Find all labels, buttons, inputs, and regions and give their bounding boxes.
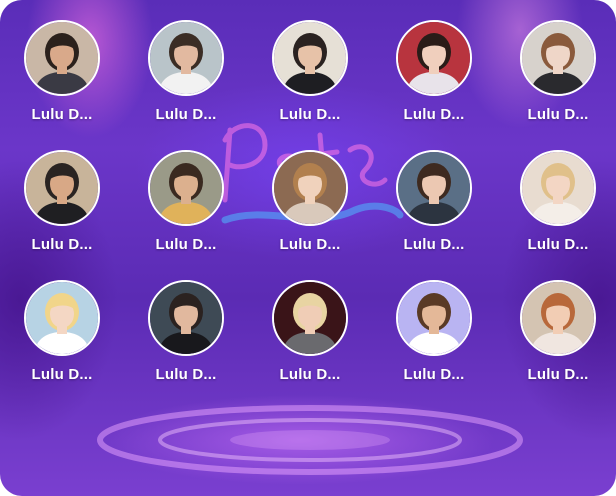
avatar[interactable] [272,20,348,96]
avatar-grid-panel: Lulu D... Lulu D... Lulu D... Lulu D... Lulu… [0,0,616,496]
user-card[interactable]: Lulu D... [260,150,360,262]
user-name: Lulu D... [155,366,217,383]
user-name: Lulu D... [527,106,589,123]
user-card[interactable]: Lulu D... [260,20,360,132]
avatar-photo [150,152,222,224]
user-name: Lulu D... [31,236,93,253]
avatar-photo [398,152,470,224]
avatar-photo [150,22,222,94]
avatar-photo [26,282,98,354]
avatar[interactable] [396,150,472,226]
user-name: Lulu D... [31,106,93,123]
user-card[interactable]: Lulu D... [384,150,484,262]
user-name: Lulu D... [31,366,93,383]
user-card[interactable]: Lulu D... [508,150,608,262]
user-card[interactable]: Lulu D... [136,20,236,132]
user-card[interactable]: Lulu D... [508,20,608,132]
avatar[interactable] [520,20,596,96]
user-card[interactable]: Lulu D... [384,280,484,392]
avatar[interactable] [272,280,348,356]
avatar-photo [26,22,98,94]
user-name: Lulu D... [527,236,589,253]
user-name: Lulu D... [279,236,341,253]
user-name: Lulu D... [279,106,341,123]
avatar[interactable] [272,150,348,226]
user-card[interactable]: Lulu D... [12,20,112,132]
user-card[interactable]: Lulu D... [12,150,112,262]
avatar[interactable] [148,280,224,356]
avatar-photo [398,22,470,94]
avatar-photo [26,152,98,224]
user-name: Lulu D... [527,366,589,383]
user-card[interactable]: Lulu D... [260,280,360,392]
user-name: Lulu D... [403,236,465,253]
user-name: Lulu D... [279,366,341,383]
avatar[interactable] [24,150,100,226]
avatar-photo [522,22,594,94]
avatar-photo [274,282,346,354]
avatar[interactable] [396,280,472,356]
avatar-photo [274,152,346,224]
user-name: Lulu D... [155,236,217,253]
avatar-photo [522,152,594,224]
user-card[interactable]: Lulu D... [508,280,608,392]
avatar[interactable] [520,280,596,356]
user-card[interactable]: Lulu D... [384,20,484,132]
avatar[interactable] [520,150,596,226]
avatar-photo [274,22,346,94]
avatar-grid: Lulu D... Lulu D... Lulu D... Lulu D... Lulu… [0,0,616,496]
user-card[interactable]: Lulu D... [12,280,112,392]
avatar[interactable] [148,20,224,96]
avatar-photo [522,282,594,354]
user-card[interactable]: Lulu D... [136,150,236,262]
avatar-photo [398,282,470,354]
user-card[interactable]: Lulu D... [136,280,236,392]
avatar[interactable] [396,20,472,96]
avatar[interactable] [148,150,224,226]
user-name: Lulu D... [155,106,217,123]
user-name: Lulu D... [403,366,465,383]
avatar-photo [150,282,222,354]
avatar[interactable] [24,280,100,356]
user-name: Lulu D... [403,106,465,123]
avatar[interactable] [24,20,100,96]
